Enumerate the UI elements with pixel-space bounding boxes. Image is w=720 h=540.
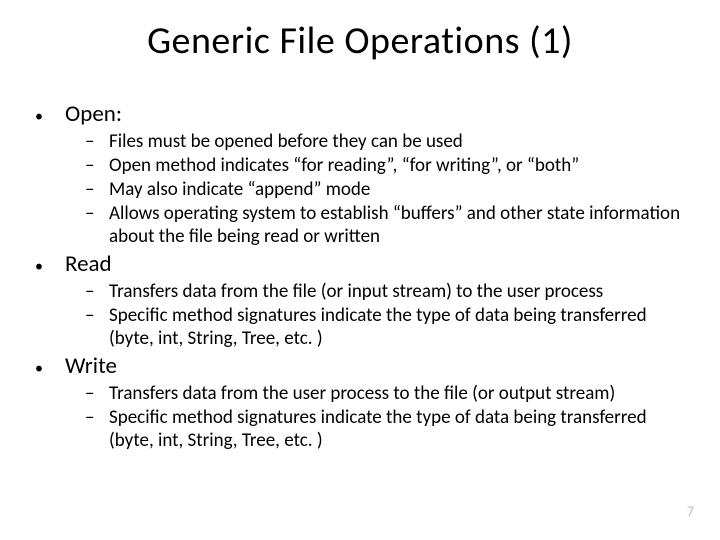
dash-icon: –: [85, 382, 109, 405]
sub-list-item: –Open method indicates “for reading”, “f…: [85, 154, 685, 177]
list-item-row: • Open:: [35, 100, 685, 128]
sub-list-item: –Files must be opened before they can be…: [85, 130, 685, 153]
list-item: • Write –Transfers data from the user pr…: [35, 352, 685, 452]
sub-list-item: –Transfers data from the file (or input …: [85, 280, 685, 303]
list-item-label: Write: [65, 352, 117, 380]
sub-list: –Files must be opened before they can be…: [85, 130, 685, 248]
list-item-row: • Read: [35, 250, 685, 278]
list-item: • Read –Transfers data from the file (or…: [35, 250, 685, 350]
list-item-label: Read: [65, 250, 112, 278]
bullet-list: • Open: –Files must be opened before the…: [35, 100, 685, 452]
sub-list: –Transfers data from the file (or input …: [85, 280, 685, 350]
slide-body: • Open: –Files must be opened before the…: [35, 100, 685, 454]
list-item-label: Open:: [65, 100, 122, 128]
slide-title: Generic File Operations (1): [0, 18, 720, 64]
dash-icon: –: [85, 304, 109, 327]
sub-list: –Transfers data from the user process to…: [85, 382, 685, 452]
dash-icon: –: [85, 154, 109, 177]
dash-icon: –: [85, 178, 109, 201]
sub-item-text: Specific method signatures indicate the …: [109, 304, 685, 350]
sub-item-text: Files must be opened before they can be …: [109, 130, 463, 153]
sub-list-item: –Transfers data from the user process to…: [85, 382, 685, 405]
list-item-row: • Write: [35, 352, 685, 380]
dash-icon: –: [85, 406, 109, 429]
sub-list-item: –Specific method signatures indicate the…: [85, 304, 685, 350]
sub-item-text: Allows operating system to establish “bu…: [109, 202, 685, 248]
sub-list-item: –Allows operating system to establish “b…: [85, 202, 685, 248]
dash-icon: –: [85, 280, 109, 303]
bullet-icon: •: [35, 105, 65, 128]
list-item: • Open: –Files must be opened before the…: [35, 100, 685, 248]
sub-list-item: –Specific method signatures indicate the…: [85, 406, 685, 452]
sub-item-text: Transfers data from the user process to …: [109, 382, 615, 405]
sub-item-text: Specific method signatures indicate the …: [109, 406, 685, 452]
sub-list-item: –May also indicate “append” mode: [85, 178, 685, 201]
dash-icon: –: [85, 130, 109, 153]
dash-icon: –: [85, 202, 109, 225]
sub-item-text: Open method indicates “for reading”, “fo…: [109, 154, 579, 177]
slide: Generic File Operations (1) • Open: –Fil…: [0, 0, 720, 540]
sub-item-text: Transfers data from the file (or input s…: [109, 280, 603, 303]
bullet-icon: •: [35, 357, 65, 380]
page-number: 7: [687, 503, 694, 520]
sub-item-text: May also indicate “append” mode: [109, 178, 370, 201]
bullet-icon: •: [35, 255, 65, 278]
